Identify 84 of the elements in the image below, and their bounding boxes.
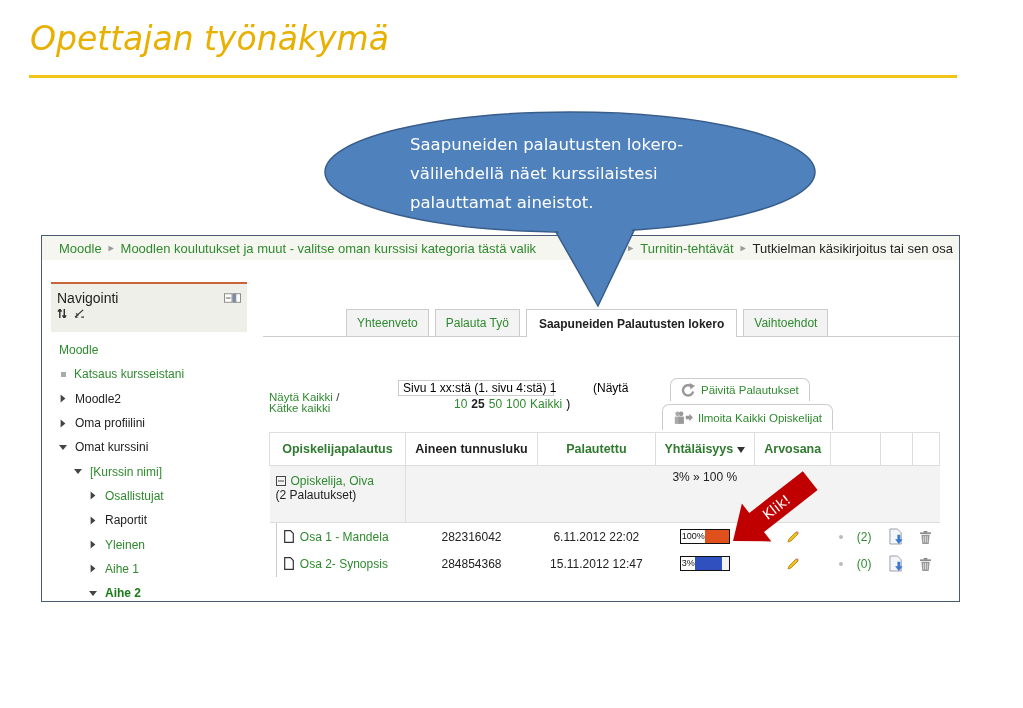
column-header[interactable]: Palautettu — [537, 432, 656, 466]
people-arrow-icon — [673, 411, 693, 424]
comment-count-link[interactable]: (2) — [856, 529, 872, 544]
caret-right-icon[interactable] — [89, 515, 97, 525]
caret-right-icon[interactable] — [89, 564, 97, 574]
column-header[interactable]: Arvosana — [754, 432, 831, 466]
per-page-label: (Näytä — [593, 381, 629, 395]
breadcrumb-item[interactable]: Moodlen koulutukset ja muut - valitse oman kurssisi kategoria tästä valik — [120, 240, 537, 256]
move-icon[interactable] — [57, 309, 68, 318]
pencil-icon[interactable] — [785, 556, 800, 571]
refresh-icon — [681, 382, 696, 398]
navigation-title: Navigointi — [57, 290, 119, 306]
submission-link[interactable]: Osa 1 - Mandela — [299, 529, 389, 544]
per-page-option[interactable]: 100 — [506, 397, 527, 411]
slide-title: Opettajan työnäkymä — [29, 18, 390, 60]
similarity-value: 100% — [680, 530, 705, 544]
dock-icon[interactable] — [224, 293, 241, 303]
status-dot — [839, 535, 844, 540]
nav-item[interactable]: Raportit — [105, 513, 148, 528]
column-header: Aineen tunnusluku — [405, 432, 538, 466]
sort-down-icon — [737, 447, 746, 453]
nav-item[interactable]: Aihe 2 — [105, 586, 141, 601]
submission-count: (2 Palautukset) — [275, 488, 357, 502]
per-page-close: ) — [566, 397, 571, 411]
nav-item[interactable]: Moodle — [59, 343, 99, 358]
show-all-link[interactable]: Näytä Kaikki — [269, 391, 333, 403]
similarity-range: 3% » 100 % — [672, 470, 738, 484]
edit-icon[interactable] — [74, 309, 85, 318]
link-separator: / — [336, 391, 340, 403]
breadcrumb-item: Tutkielman käsikirjoitus tai sen osa — [752, 240, 953, 256]
tab[interactable]: Vaihtoehdot — [743, 309, 829, 336]
tab[interactable]: Saapuneiden Palautusten lokero — [525, 309, 738, 337]
nav-item[interactable]: Aihe 1 — [105, 561, 140, 576]
breadcrumb-item[interactable]: Moodle — [59, 240, 102, 256]
student-name-link[interactable]: Opiskelija, Oiva — [290, 474, 374, 488]
trash-icon[interactable] — [920, 530, 932, 544]
nav-item[interactable]: Katsaus kursseistani — [74, 367, 185, 382]
action-tab[interactable]: Päivitä Palautukset — [670, 378, 810, 401]
column-header[interactable]: Yhtäläisyys — [655, 432, 755, 466]
column-header[interactable]: Opiskelijapalautus — [269, 432, 406, 466]
nav-item[interactable]: Moodle2 — [75, 391, 122, 406]
tab[interactable]: Yhteenveto — [346, 309, 429, 336]
caret-right-icon[interactable] — [89, 540, 97, 549]
table-cell: 282316042 — [405, 522, 538, 550]
caret-down-icon[interactable] — [59, 442, 67, 452]
similarity-bar[interactable]: 100% — [679, 529, 730, 545]
document-icon — [283, 529, 294, 543]
callout-text: Saapuneiden palautusten lokero- välilehdellä näet kurssilaistesi palauttamat aineistot. — [410, 134, 684, 214]
status-dot — [839, 562, 844, 567]
pencil-icon[interactable] — [785, 529, 800, 544]
comment-count-link[interactable]: (0) — [856, 556, 872, 571]
caret-down-icon[interactable] — [89, 588, 97, 598]
separator-icon: ► — [106, 243, 116, 253]
separator-icon: ► — [738, 243, 748, 253]
nav-item[interactable]: Omat kurssini — [75, 440, 149, 455]
per-page-option[interactable]: 10 — [454, 397, 468, 411]
caret-right-icon[interactable] — [89, 491, 97, 501]
page-select[interactable]: Sivu 1 xx:stä (1. sivu 4:stä) 1 — [398, 380, 554, 396]
action-tab[interactable]: Ilmoita Kaikki Opiskelijat — [662, 404, 833, 430]
nav-item[interactable]: Yleinen — [105, 537, 146, 552]
document-icon — [283, 556, 294, 570]
download-icon[interactable] — [888, 528, 904, 545]
separator-icon: ► — [626, 243, 636, 253]
per-page-option[interactable]: 25 — [471, 397, 485, 411]
per-page-option[interactable]: Kaikki — [530, 397, 563, 411]
nav-item[interactable]: [Kurssin nimi] — [90, 464, 163, 479]
trash-icon[interactable] — [920, 557, 932, 571]
tab[interactable]: Palauta Työ — [434, 309, 520, 336]
caret-right-icon[interactable] — [59, 418, 67, 428]
bullet-icon — [61, 371, 66, 377]
table-cell-text: 15.11.2012 12:47 — [549, 555, 644, 573]
nav-item[interactable]: Osallistujat — [105, 488, 164, 503]
table-cell-text: 284854368 — [440, 555, 503, 573]
caret-right-icon[interactable] — [59, 394, 67, 404]
collapse-icon[interactable] — [275, 476, 286, 486]
similarity-bar[interactable]: 3% — [679, 556, 730, 572]
per-page-option[interactable]: 50 — [488, 397, 503, 411]
download-icon[interactable] — [888, 555, 904, 572]
hide-all-link[interactable]: Kätke kaikki — [269, 402, 331, 414]
similarity-value: 3% — [680, 557, 695, 571]
nav-item[interactable]: Oma profiilini — [75, 416, 146, 431]
breadcrumb-item[interactable]: Turnitin-tehtävät — [640, 240, 734, 256]
submission-link[interactable]: Osa 2- Synopsis — [299, 556, 388, 571]
table-cell: 6.11.2012 22:02 — [537, 522, 656, 550]
